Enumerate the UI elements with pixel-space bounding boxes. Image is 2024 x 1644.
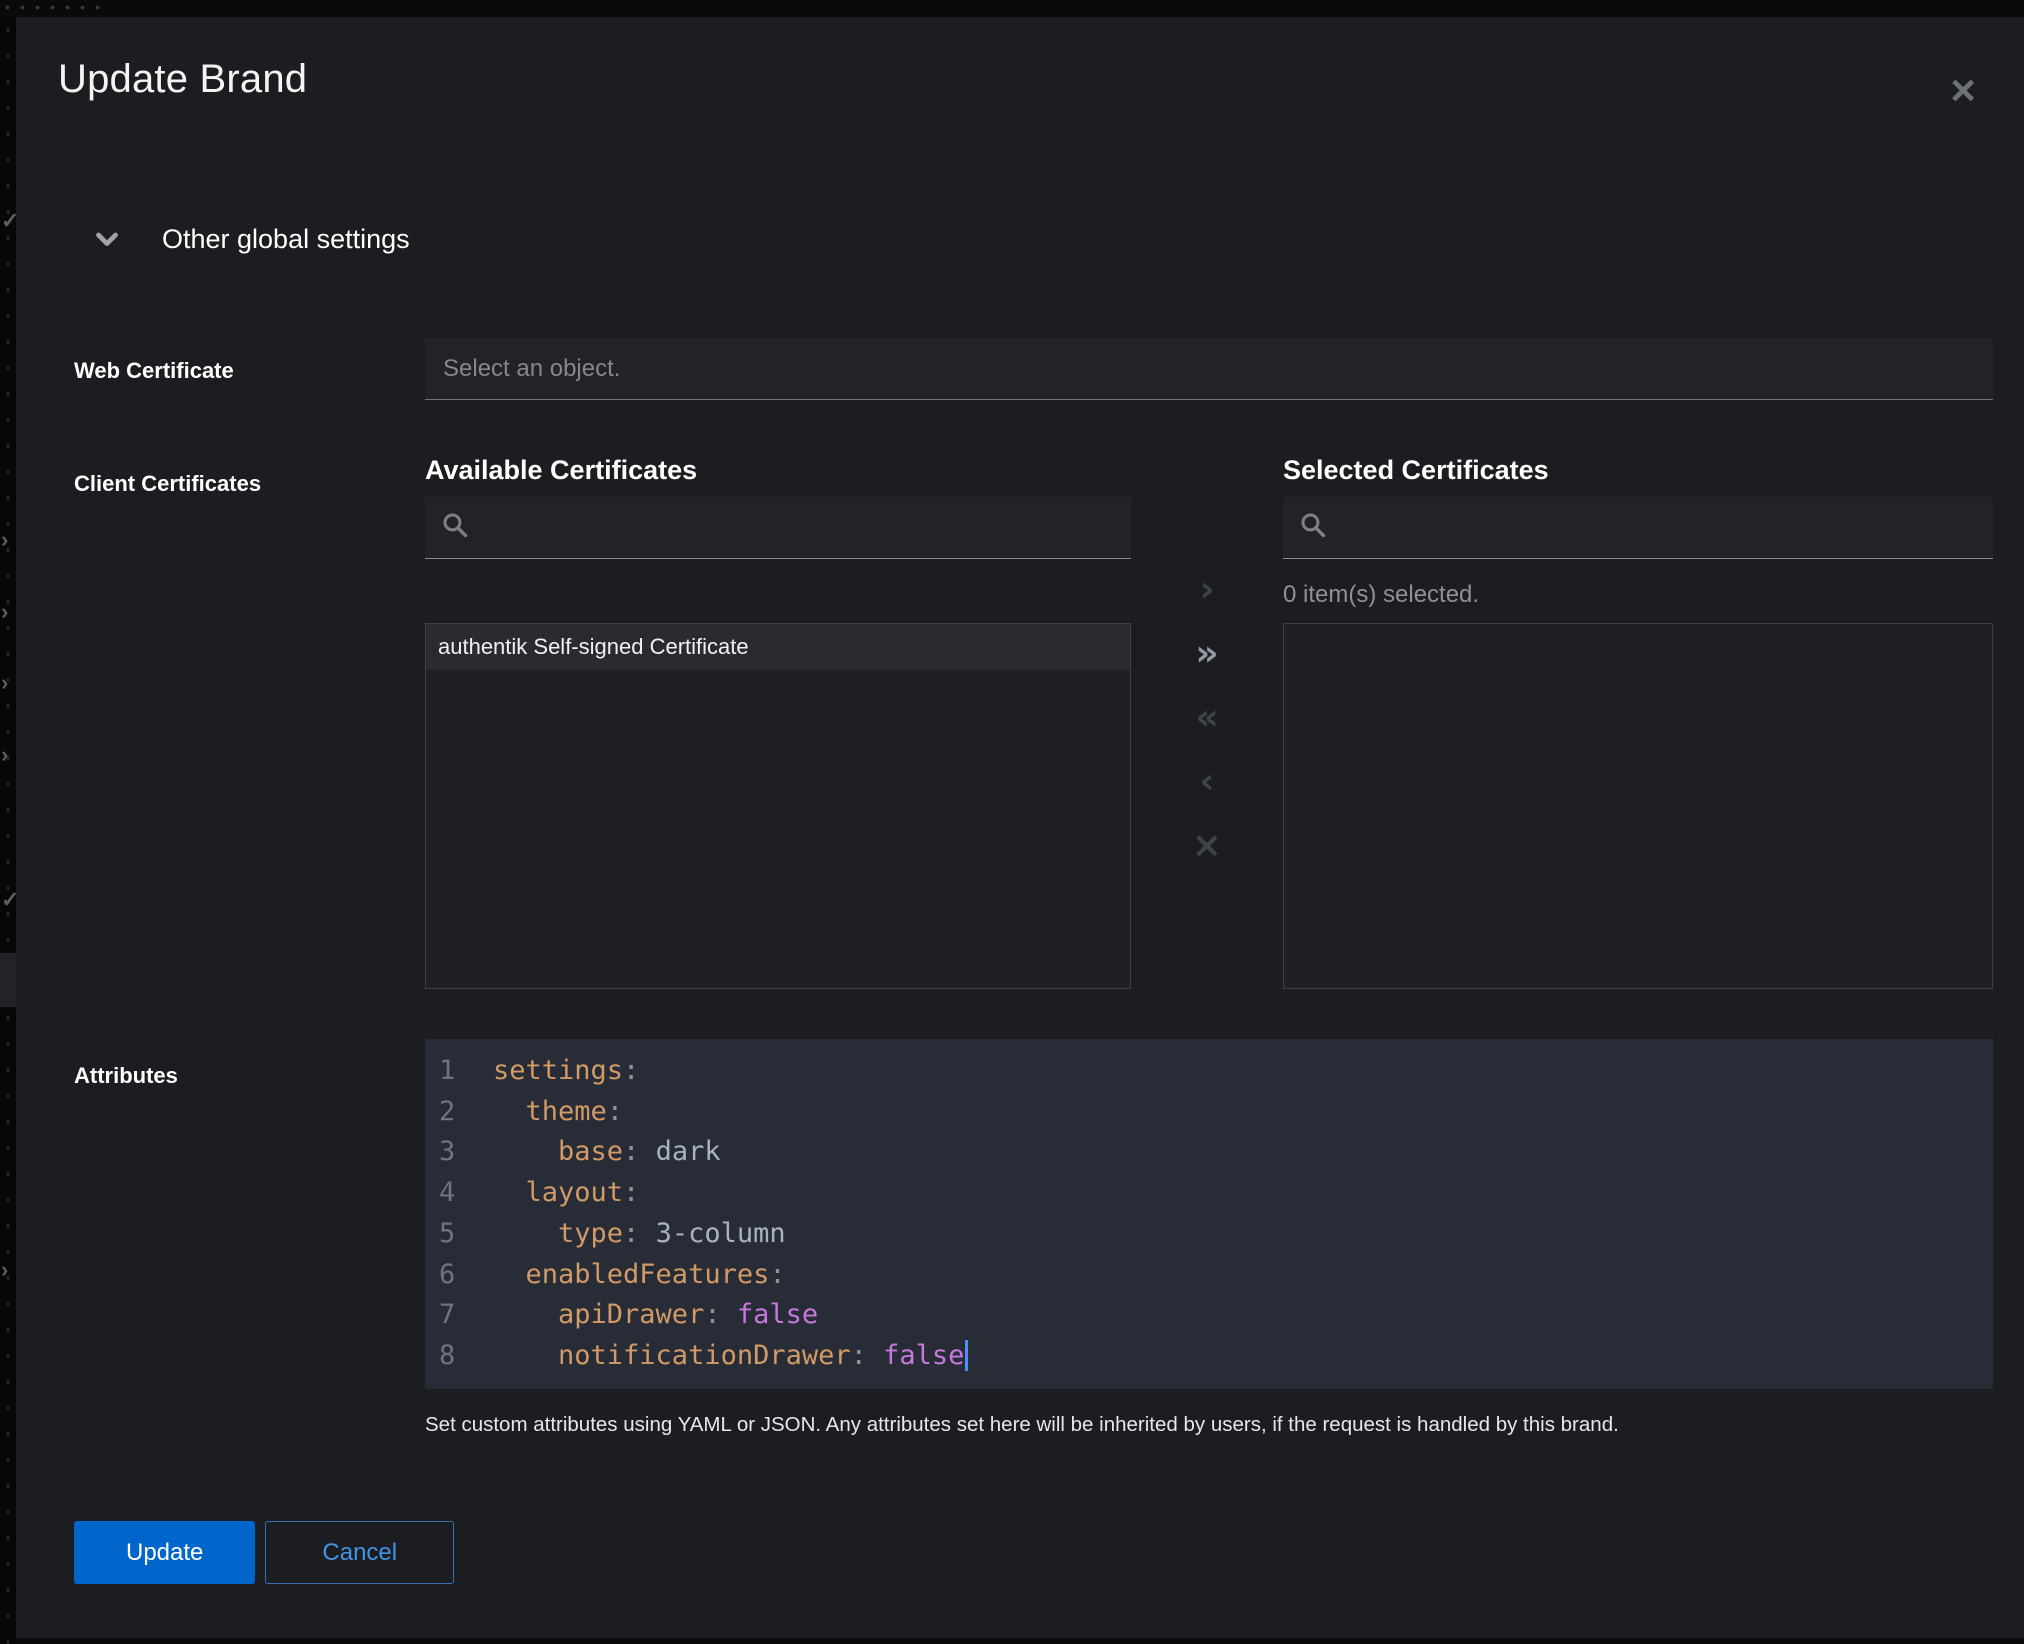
available-search bbox=[425, 497, 1131, 559]
code-line: 5 type: 3-column bbox=[425, 1214, 1993, 1255]
certificates-dual-list: Available Certificates authentik Self-si… bbox=[425, 455, 1993, 989]
code-line: 1settings: bbox=[425, 1051, 1993, 1092]
web-certificate-row: Web Certificate Select an object. bbox=[58, 338, 1993, 400]
client-certificates-row: Client Certificates Available Certificat… bbox=[58, 455, 1993, 989]
section-toggle-other-global-settings[interactable]: Other global settings bbox=[90, 222, 1993, 256]
line-number: 8 bbox=[439, 1336, 469, 1377]
code-line: 4 layout: bbox=[425, 1173, 1993, 1214]
move-all-right-icon[interactable]: » bbox=[1195, 637, 1218, 671]
list-item-certificate[interactable]: authentik Self-signed Certificate bbox=[426, 624, 1130, 670]
available-certificates-list: authentik Self-signed Certificate bbox=[425, 623, 1131, 989]
update-brand-modal: Update Brand × Other global settings Web… bbox=[16, 17, 2024, 1638]
update-button[interactable]: Update bbox=[74, 1521, 255, 1584]
move-selected-left-icon[interactable]: ‹ bbox=[1200, 765, 1215, 799]
selected-certificates-list bbox=[1283, 623, 1993, 989]
transfer-controls: › » « ‹ × bbox=[1131, 455, 1283, 989]
code-line: 6 enabledFeatures: bbox=[425, 1255, 1993, 1296]
selected-status: 0 item(s) selected. bbox=[1283, 559, 1993, 623]
selected-search bbox=[1283, 497, 1993, 559]
selected-search-input[interactable] bbox=[1341, 514, 1977, 542]
available-search-input[interactable] bbox=[483, 514, 1115, 542]
web-certificate-label: Web Certificate bbox=[58, 338, 425, 400]
search-icon bbox=[1299, 511, 1327, 544]
selected-certificates-column: Selected Certificates 0 item(s) selected… bbox=[1283, 455, 1993, 989]
attributes-label: Attributes bbox=[58, 1039, 425, 1437]
search-icon bbox=[441, 511, 469, 544]
code-line: 8 notificationDrawer: false bbox=[425, 1336, 1993, 1377]
check-icon: ✓ bbox=[1, 210, 16, 232]
line-number: 3 bbox=[439, 1132, 469, 1173]
clear-selection-icon[interactable]: × bbox=[1192, 829, 1222, 863]
brand-form: Web Certificate Select an object. Client… bbox=[58, 338, 1993, 1437]
web-certificate-select[interactable]: Select an object. bbox=[425, 338, 1993, 400]
attributes-code-editor[interactable]: 1settings:2 theme:3 base: dark4 layout:5… bbox=[425, 1039, 1993, 1389]
modal-actions: Update Cancel bbox=[74, 1521, 1993, 1584]
line-number: 2 bbox=[439, 1092, 469, 1133]
check-icon: ✓ bbox=[1, 889, 16, 911]
move-selected-right-icon[interactable]: › bbox=[1200, 573, 1215, 607]
attributes-help-text: Set custom attributes using YAML or JSON… bbox=[425, 1413, 1993, 1437]
available-certificates-heading: Available Certificates bbox=[425, 455, 1131, 497]
modal-title: Update Brand bbox=[58, 57, 1993, 102]
web-certificate-placeholder: Select an object. bbox=[443, 355, 620, 383]
text-cursor bbox=[965, 1340, 968, 1371]
chevron-right-icon: › bbox=[1, 672, 16, 694]
cancel-button[interactable]: Cancel bbox=[265, 1521, 454, 1584]
code-line: 3 base: dark bbox=[425, 1132, 1993, 1173]
chevron-right-icon: › bbox=[1, 601, 16, 623]
chevron-right-icon: › bbox=[1, 744, 16, 766]
attributes-row: Attributes 1settings:2 theme:3 base: dar… bbox=[58, 1039, 1993, 1437]
line-number: 1 bbox=[439, 1051, 469, 1092]
chevron-down-icon bbox=[90, 222, 124, 256]
code-line: 7 apiDrawer: false bbox=[425, 1295, 1993, 1336]
client-certificates-label: Client Certificates bbox=[58, 455, 425, 989]
available-status bbox=[425, 559, 1131, 623]
chevron-right-icon: › bbox=[1, 1259, 16, 1281]
available-certificates-column: Available Certificates authentik Self-si… bbox=[425, 455, 1131, 989]
sidebar-edge: ✓ › › › › ✓ › bbox=[0, 17, 16, 1644]
line-number: 7 bbox=[439, 1295, 469, 1336]
line-number: 4 bbox=[439, 1173, 469, 1214]
line-number: 5 bbox=[439, 1214, 469, 1255]
attributes-field: 1settings:2 theme:3 base: dark4 layout:5… bbox=[425, 1039, 1993, 1437]
close-icon[interactable]: × bbox=[1950, 75, 1976, 107]
section-toggle-label: Other global settings bbox=[162, 224, 410, 255]
move-all-left-icon[interactable]: « bbox=[1195, 701, 1218, 735]
line-number: 6 bbox=[439, 1255, 469, 1296]
code-line: 2 theme: bbox=[425, 1092, 1993, 1133]
chevron-right-icon: › bbox=[1, 529, 16, 551]
sidebar-active-item-edge bbox=[0, 953, 16, 1007]
selected-certificates-heading: Selected Certificates bbox=[1283, 455, 1993, 497]
